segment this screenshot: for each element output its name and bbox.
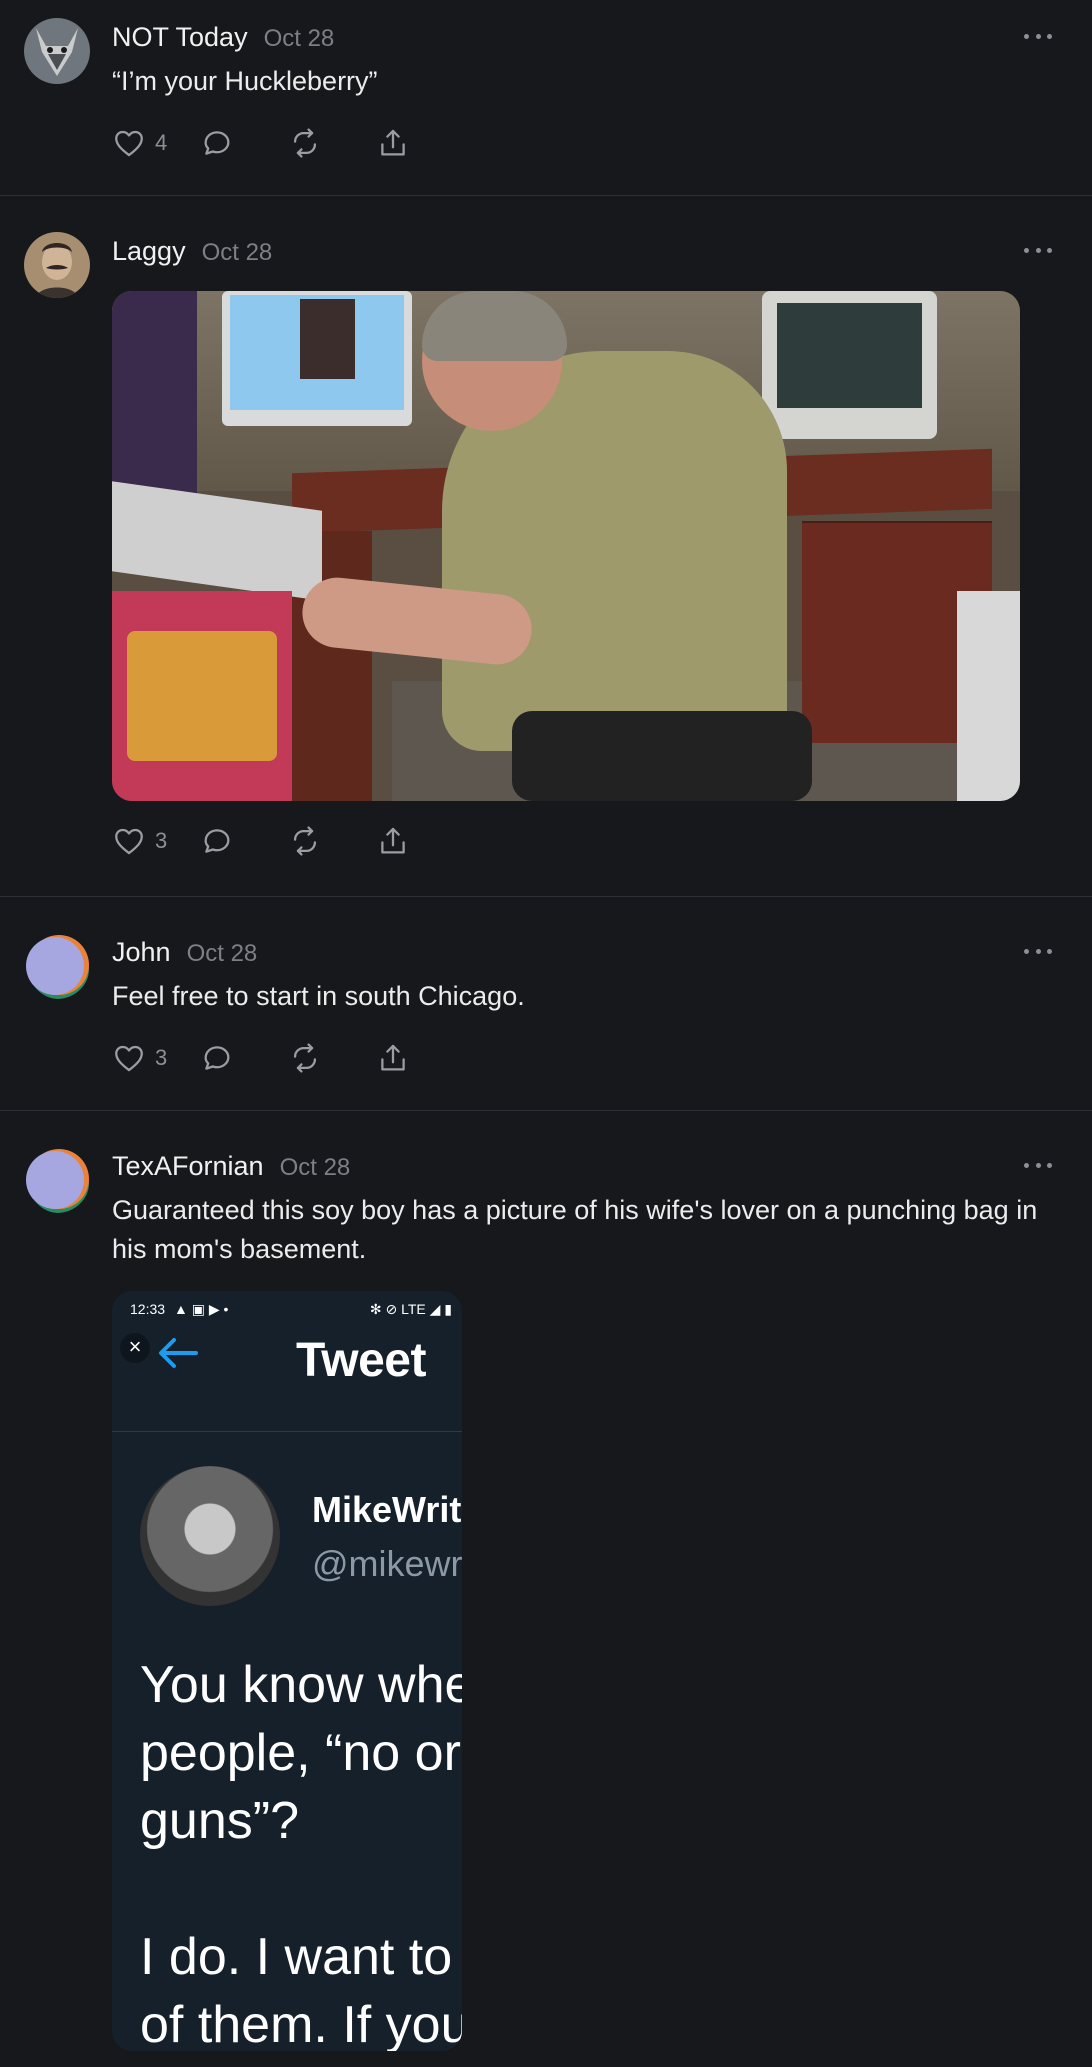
tweet-author-handle: @mikewr [312, 1543, 462, 1584]
status-time: 12:33 [130, 1301, 166, 1317]
network-label: LTE [401, 1301, 426, 1317]
post-date[interactable]: Oct 28 [264, 25, 335, 53]
post: Laggy Oct 28 3 [0, 196, 1092, 897]
tweet-title: Tweet [296, 1334, 426, 1387]
like-count: 3 [155, 828, 168, 853]
more-icon[interactable] [1024, 1159, 1052, 1171]
author-name[interactable]: NOT Today [112, 22, 248, 53]
post-actions: 4 [112, 126, 464, 160]
post-header: John Oct 28 [112, 937, 257, 968]
share-icon [381, 1044, 405, 1071]
share-icon [381, 827, 405, 854]
avatar[interactable] [24, 232, 90, 298]
share-button[interactable] [376, 1041, 464, 1075]
reply-button[interactable] [200, 126, 288, 160]
avatar[interactable] [24, 1147, 90, 1213]
post-text: “I’m your Huckleberry” [112, 66, 378, 96]
status-icons: ▲ ▣ ▶ • [174, 1301, 229, 1317]
post-header: TexAFornian Oct 28 [112, 1151, 350, 1182]
share-icon [381, 129, 405, 156]
comment-icon [204, 1046, 230, 1070]
more-icon[interactable] [1024, 945, 1052, 957]
close-icon: × [120, 1333, 150, 1363]
author-name[interactable]: John [112, 937, 171, 968]
post: TexAFornian Oct 28 Guaranteed this soy b… [0, 1111, 1092, 2067]
mustache-portrait-avatar-icon [24, 232, 90, 298]
more-icon[interactable] [1024, 244, 1052, 256]
share-button[interactable] [376, 824, 464, 858]
share-button[interactable] [376, 126, 464, 160]
comment-icon [204, 829, 230, 853]
repost-button[interactable] [288, 126, 376, 160]
like-count: 3 [155, 1045, 168, 1070]
avatar[interactable] [24, 18, 90, 84]
heart-icon [115, 130, 143, 157]
post-date[interactable]: Oct 28 [187, 940, 258, 968]
post-header: Laggy Oct 28 [112, 236, 272, 267]
post-actions: 3 [112, 1041, 464, 1075]
default-avatar-icon [24, 933, 90, 999]
post-image[interactable] [112, 291, 1020, 801]
more-icon[interactable] [1024, 30, 1052, 42]
repost-icon [293, 826, 317, 856]
repost-button[interactable] [288, 824, 376, 858]
wolf-avatar-icon [24, 18, 90, 84]
repost-icon [293, 1043, 317, 1073]
post: John Oct 28 Feel free to start in south … [0, 897, 1092, 1111]
comment-icon [204, 131, 230, 155]
heart-icon [115, 828, 143, 855]
post-text: Guaranteed this soy boy has a picture of… [112, 1195, 1038, 1264]
tweet-avatar [140, 1466, 280, 1606]
author-name[interactable]: TexAFornian [112, 1151, 264, 1182]
avatar[interactable] [24, 933, 90, 999]
heart-icon [115, 1045, 143, 1072]
post-text: Feel free to start in south Chicago. [112, 981, 525, 1011]
like-button[interactable]: 4 [112, 126, 200, 160]
tweet-divider [112, 1431, 462, 1432]
like-count: 4 [155, 130, 168, 155]
back-arrow-icon [159, 1338, 198, 1368]
post-header: NOT Today Oct 28 [112, 22, 334, 53]
repost-icon [293, 128, 317, 158]
reply-button[interactable] [200, 824, 288, 858]
author-name[interactable]: Laggy [112, 236, 186, 267]
status-network: ✻ ⊘ LTE ◢ ▮ [369, 1301, 452, 1317]
phone-status-bar: 12:33 ▲ ▣ ▶ • ✻ ⊘ LTE ◢ ▮ [112, 1291, 462, 1327]
like-button[interactable]: 3 [112, 1041, 200, 1075]
post-date[interactable]: Oct 28 [280, 1154, 351, 1182]
tweet-screenshot[interactable]: 12:33 ▲ ▣ ▶ • ✻ ⊘ LTE ◢ ▮ × Tweet MikeWr… [112, 1291, 462, 2051]
post-actions: 3 [112, 824, 464, 858]
like-button[interactable]: 3 [112, 824, 200, 858]
reply-button[interactable] [200, 1041, 288, 1075]
feed: NOT Today Oct 28 “I’m your Huckleberry” … [0, 0, 1092, 2067]
repost-button[interactable] [288, 1041, 376, 1075]
post: NOT Today Oct 28 “I’m your Huckleberry” … [0, 0, 1092, 196]
post-date[interactable]: Oct 28 [202, 239, 273, 267]
tweet-body: You know whe people, “no or guns”? I do.… [140, 1656, 462, 2051]
tweet-author-name: MikeWrit [312, 1489, 462, 1530]
default-avatar-icon [24, 1147, 90, 1213]
